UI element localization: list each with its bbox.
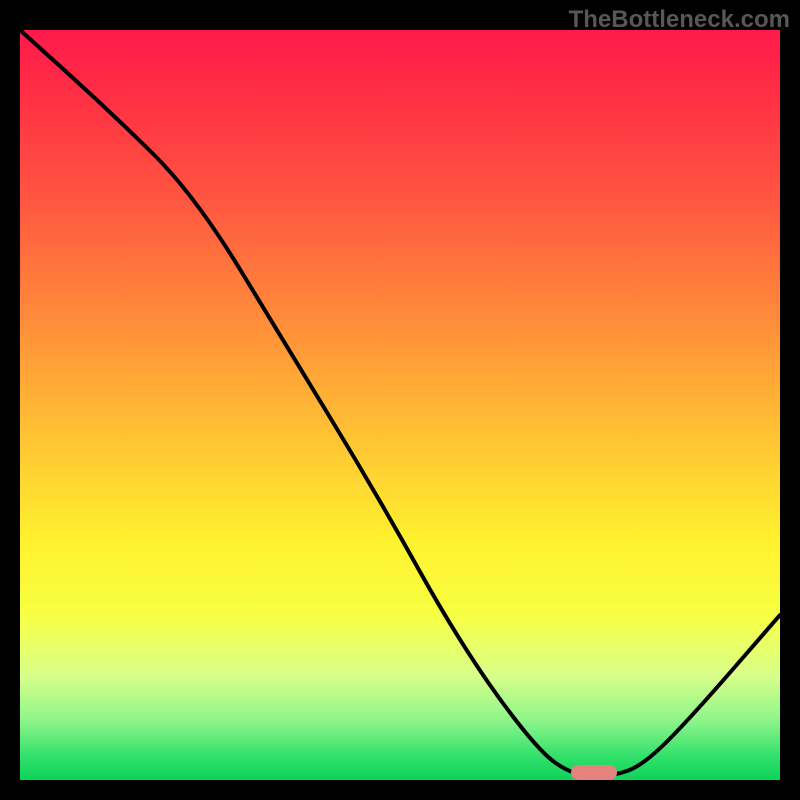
plot-area: [20, 30, 780, 780]
curve-layer: [20, 30, 780, 780]
watermark-label: TheBottleneck.com: [569, 6, 790, 34]
optimal-marker: [571, 765, 617, 780]
chart-frame: TheBottleneck.com: [0, 0, 800, 800]
bottleneck-curve: [20, 30, 780, 776]
